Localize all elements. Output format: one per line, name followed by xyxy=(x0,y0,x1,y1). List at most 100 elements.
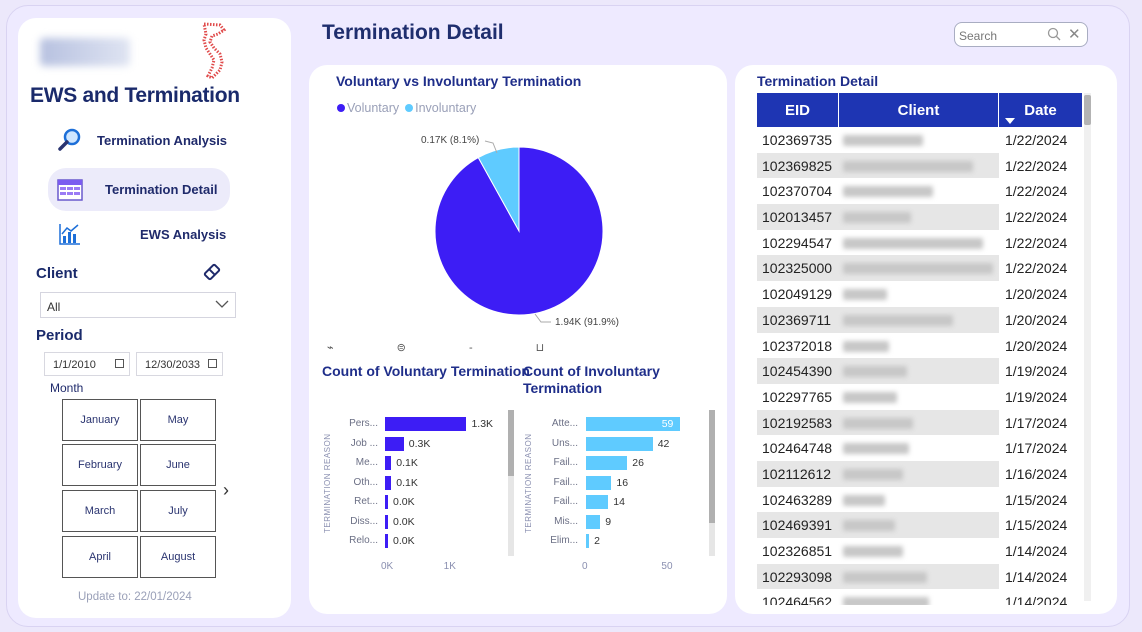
nav-termination-detail[interactable]: Termination Detail xyxy=(48,168,230,211)
bar-data-label: 0.3K xyxy=(408,437,431,450)
bar[interactable] xyxy=(586,436,653,451)
date-to-input[interactable]: 12/30/2033 xyxy=(136,352,223,376)
cell-date: 1/17/2024 xyxy=(999,409,1082,436)
month-january[interactable]: January xyxy=(62,399,138,441)
table-scrollbar[interactable] xyxy=(1084,93,1091,601)
cell-date: 1/14/2024 xyxy=(999,538,1082,564)
bar-category-label: Fail... xyxy=(553,476,578,488)
cell-date: 1/19/2024 xyxy=(999,358,1082,384)
calendar-icon[interactable] xyxy=(115,359,124,368)
bar-category-label: Pers... xyxy=(349,418,378,429)
table-panel: Termination Detail EID Client Date 10236… xyxy=(735,65,1117,614)
table-row[interactable]: 102293098 1/14/2024 xyxy=(757,563,1082,590)
bar[interactable] xyxy=(586,495,609,509)
table-row[interactable]: 102049129 1/20/2024 xyxy=(757,281,1082,307)
bar[interactable] xyxy=(586,475,612,490)
bar-data-label: 14 xyxy=(613,496,625,508)
table-row[interactable]: 102464748 1/17/2024 xyxy=(757,435,1082,461)
cell-client xyxy=(839,358,999,384)
bar-category-label: Uns... xyxy=(551,437,578,449)
month-april[interactable]: April xyxy=(62,536,138,578)
table-row[interactable]: 102370704 1/22/2024 xyxy=(757,178,1082,205)
table-row[interactable]: 102112612 1/16/2024 xyxy=(757,460,1082,487)
bar[interactable] xyxy=(385,456,392,470)
search-box[interactable]: Search ✕ xyxy=(954,22,1088,47)
table-row[interactable]: 102469391 1/15/2024 xyxy=(757,512,1082,538)
bar[interactable] xyxy=(586,514,601,529)
cell-client xyxy=(839,538,999,564)
client-dropdown[interactable]: All xyxy=(40,292,236,318)
cell-eid: 102297765 xyxy=(762,388,833,405)
bar-category-label: Job ... xyxy=(350,437,378,449)
month-july[interactable]: July xyxy=(140,490,216,532)
close-icon[interactable]: ✕ xyxy=(1068,25,1081,43)
nav-ews-analysis[interactable]: EWS Analysis xyxy=(56,220,226,248)
cell-date: 1/22/2024 xyxy=(999,204,1082,230)
chevron-right-icon[interactable]: › xyxy=(223,480,229,501)
bar-category-label: Oth... xyxy=(353,476,378,488)
bar[interactable] xyxy=(385,436,404,451)
date-from-input[interactable]: 1/1/2010 xyxy=(44,352,130,376)
table-row[interactable]: 102013457 1/22/2024 xyxy=(757,204,1082,230)
bar[interactable] xyxy=(385,495,388,509)
table-row[interactable]: 102294547 1/22/2024 xyxy=(757,229,1082,256)
month-august[interactable]: August xyxy=(140,536,216,578)
cell-date: 1/20/2024 xyxy=(999,332,1082,359)
voluntary-scrollbar[interactable] xyxy=(508,410,514,556)
bar-data-label: 2 xyxy=(594,535,601,547)
bar-data-label: 1.3K xyxy=(471,418,494,430)
table-icon xyxy=(56,176,84,204)
visual-toolbar: ⌁ ⊜ ‐ ⊔ xyxy=(327,342,575,354)
table-row[interactable]: 102369825 1/22/2024 xyxy=(757,152,1082,179)
cell-eid: 102013457 xyxy=(762,209,833,226)
bar[interactable] xyxy=(385,475,392,490)
table-row[interactable]: 102454390 1/19/2024 xyxy=(757,358,1082,384)
bar[interactable] xyxy=(586,456,628,470)
cell-eid: 102369711 xyxy=(762,311,832,328)
table-row[interactable]: 102326851 1/14/2024 xyxy=(757,538,1082,564)
table-title: Termination Detail xyxy=(757,73,879,89)
table-row[interactable]: 102369711 1/20/2024 xyxy=(757,306,1082,333)
cell-eid: 102192583 xyxy=(762,414,833,431)
charts-panel: Voluntary vs Involuntary Termination Vol… xyxy=(309,65,727,614)
search-icon[interactable] xyxy=(1047,27,1061,41)
bar[interactable] xyxy=(586,534,590,548)
x-tick-label: 0K xyxy=(381,561,394,572)
column-header-date[interactable]: Date xyxy=(999,93,1082,127)
column-header-client[interactable]: Client xyxy=(839,93,999,127)
cell-client xyxy=(839,410,999,436)
sort-desc-icon xyxy=(1005,118,1015,124)
bar[interactable] xyxy=(385,534,388,548)
date-to-value: 12/30/2033 xyxy=(145,359,201,371)
involuntary-scrollbar[interactable] xyxy=(709,410,715,556)
table-row[interactable]: 102463289 1/15/2024 xyxy=(757,486,1082,513)
table-row[interactable]: 102297765 1/19/2024 xyxy=(757,383,1082,410)
vietnam-map-icon xyxy=(202,22,227,80)
month-february[interactable]: February xyxy=(62,444,138,486)
table-row[interactable]: 102372018 1/20/2024 xyxy=(757,332,1082,359)
bar[interactable] xyxy=(385,514,388,529)
cell-eid: 102454390 xyxy=(762,363,833,380)
nav-termination-analysis[interactable]: Termination Analysis xyxy=(56,126,227,154)
update-text: Update to: 22/01/2024 xyxy=(78,591,192,603)
cell-eid: 102464748 xyxy=(762,440,833,457)
cell-client xyxy=(839,512,999,538)
table-row[interactable]: 102192583 1/17/2024 xyxy=(757,409,1082,436)
cell-eid: 102372018 xyxy=(762,337,833,354)
column-header-eid[interactable]: EID xyxy=(757,93,839,127)
month-march[interactable]: March xyxy=(62,490,138,532)
bar[interactable] xyxy=(385,417,467,431)
table-row[interactable]: 102464562 1/14/2024 xyxy=(757,589,1082,605)
company-logo xyxy=(40,38,130,66)
calendar-icon[interactable] xyxy=(208,359,217,368)
bar-data-label: 0.0K xyxy=(393,515,415,528)
cell-client xyxy=(839,127,999,153)
table-row[interactable]: 102369735 1/22/2024 xyxy=(757,127,1082,153)
eraser-icon[interactable] xyxy=(202,262,222,282)
cell-date: 1/14/2024 xyxy=(999,563,1082,590)
month-may[interactable]: May xyxy=(140,399,216,441)
bar-category-label: Atte... xyxy=(551,418,578,429)
month-june[interactable]: June xyxy=(140,444,216,486)
table-row[interactable]: 102325000 1/22/2024 xyxy=(757,255,1082,282)
x-tick-label: 50 xyxy=(661,561,673,572)
